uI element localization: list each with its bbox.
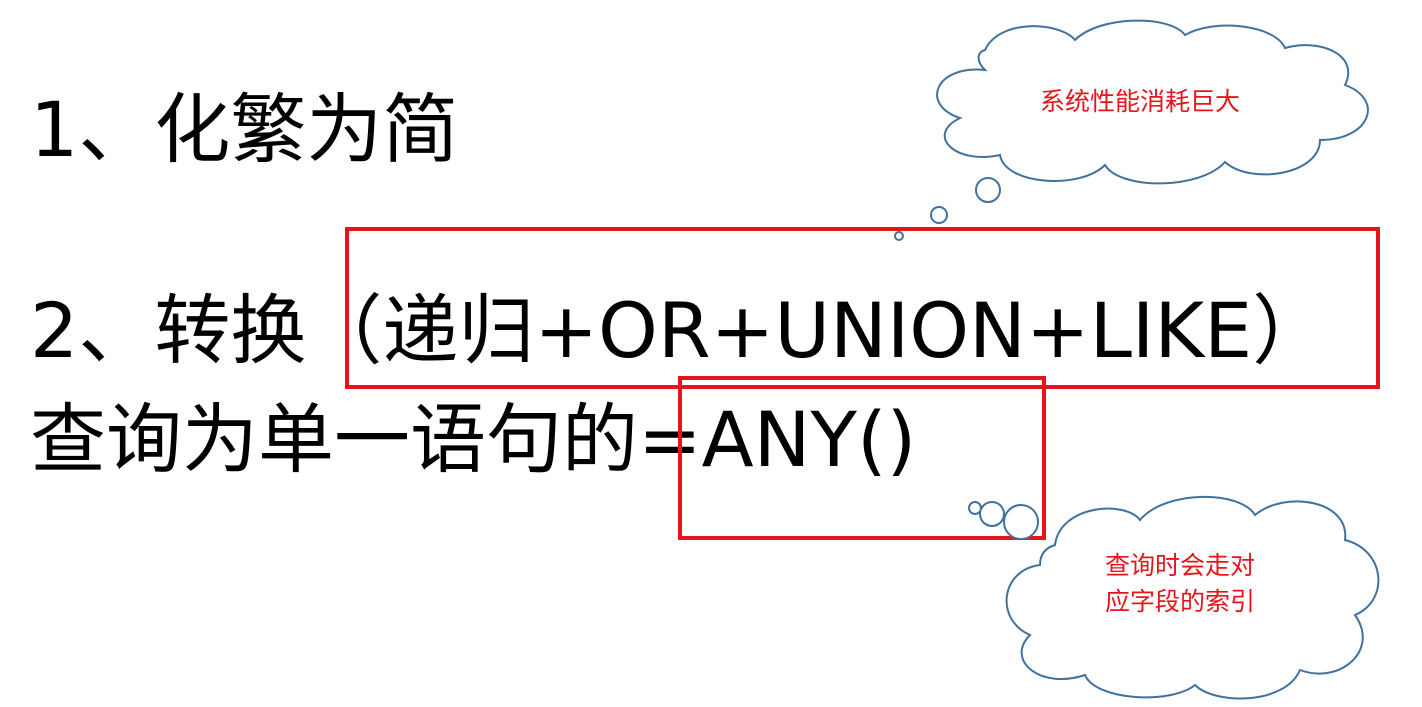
slide: 1、化繁为简 2、转换（递归+OR+UNION+LIKE） 查询为单一语句的=A…	[0, 0, 1422, 707]
callout-text-index-usage: 查询时会走对 应字段的索引	[1060, 548, 1300, 620]
callout-text-performance-cost: 系统性能消耗巨大	[1039, 87, 1240, 116]
callout-text-index-usage-line1: 查询时会走对	[1104, 551, 1255, 580]
callout-text-index-usage-line2: 应字段的索引	[1104, 587, 1255, 616]
